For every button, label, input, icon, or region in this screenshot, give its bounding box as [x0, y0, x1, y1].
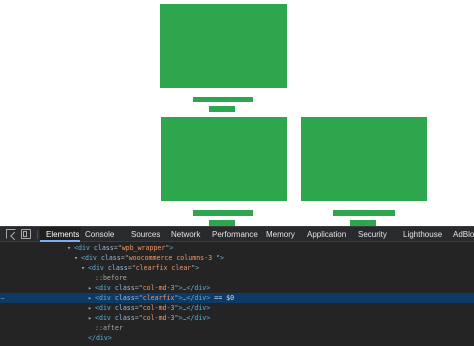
collapsed-triangle-icon[interactable]: ▸: [88, 313, 95, 323]
collapsed-triangle-icon[interactable]: ▸: [88, 303, 95, 313]
product-price: [209, 106, 235, 112]
dom-closing-tag-row[interactable]: </div>: [0, 333, 474, 343]
dom-node-row[interactable]: ▸ <div class="col-md-3">…</div>: [0, 303, 474, 313]
tab-console[interactable]: Console: [80, 227, 118, 242]
dom-pseudo-row[interactable]: ::after: [0, 323, 474, 333]
expanded-triangle-icon[interactable]: ▾: [74, 253, 81, 263]
toolbar-divider: [37, 230, 38, 239]
tab-security[interactable]: Security: [347, 227, 391, 242]
tab-lighthouse[interactable]: Lighthouse: [392, 227, 444, 242]
tab-application[interactable]: Application: [297, 227, 347, 242]
devtools-toolbar: Elements Console Sources Network Perform…: [0, 227, 474, 242]
tab-network[interactable]: Network: [160, 227, 200, 242]
tab-elements[interactable]: Elements: [40, 227, 80, 242]
product-title[interactable]: [193, 210, 253, 216]
tab-memory[interactable]: Memory: [256, 227, 296, 242]
expanded-triangle-icon[interactable]: ▾: [67, 243, 74, 253]
collapsed-triangle-icon[interactable]: ▸: [88, 283, 95, 293]
dom-node-row[interactable]: ▾ <div class="woocommerce columns-3 ">: [0, 253, 474, 263]
dom-pseudo-row[interactable]: ::before: [0, 273, 474, 283]
collapsed-triangle-icon[interactable]: ▸: [88, 293, 95, 303]
elements-dom-tree: ▾ <div class="wpb_wrapper"> ▾ <div class="…: [0, 242, 474, 346]
product-image[interactable]: [301, 117, 427, 201]
dom-node-row[interactable]: ▸ <div class="col-md-3">…</div>: [0, 283, 474, 293]
dom-node-row-selected[interactable]: … ▸ <div class="clearfix">…</div> == $0: [0, 293, 474, 303]
dom-node-row[interactable]: ▾ <div class="wpb_wrapper">: [0, 243, 474, 253]
product-title[interactable]: [333, 210, 395, 216]
expanded-triangle-icon[interactable]: ▾: [81, 263, 88, 273]
tab-sources[interactable]: Sources: [119, 227, 160, 242]
gutter-marker: …: [1, 294, 5, 301]
tab-performance[interactable]: Performance: [201, 227, 258, 242]
devtools-panel: Elements Console Sources Network Perform…: [0, 226, 474, 346]
tab-adblock[interactable]: AdBlock: [445, 227, 474, 242]
dom-node-row[interactable]: ▾ <div class="clearfix clear">: [0, 263, 474, 273]
product-title[interactable]: [193, 97, 253, 102]
product-image[interactable]: [160, 4, 287, 88]
device-toolbar-icon[interactable]: [21, 229, 31, 239]
dom-node-row[interactable]: ▸ <div class="col-md-3">…</div>: [0, 313, 474, 323]
inspect-element-icon[interactable]: [6, 229, 16, 239]
page-content-area: [0, 0, 474, 226]
product-image[interactable]: [161, 117, 287, 201]
